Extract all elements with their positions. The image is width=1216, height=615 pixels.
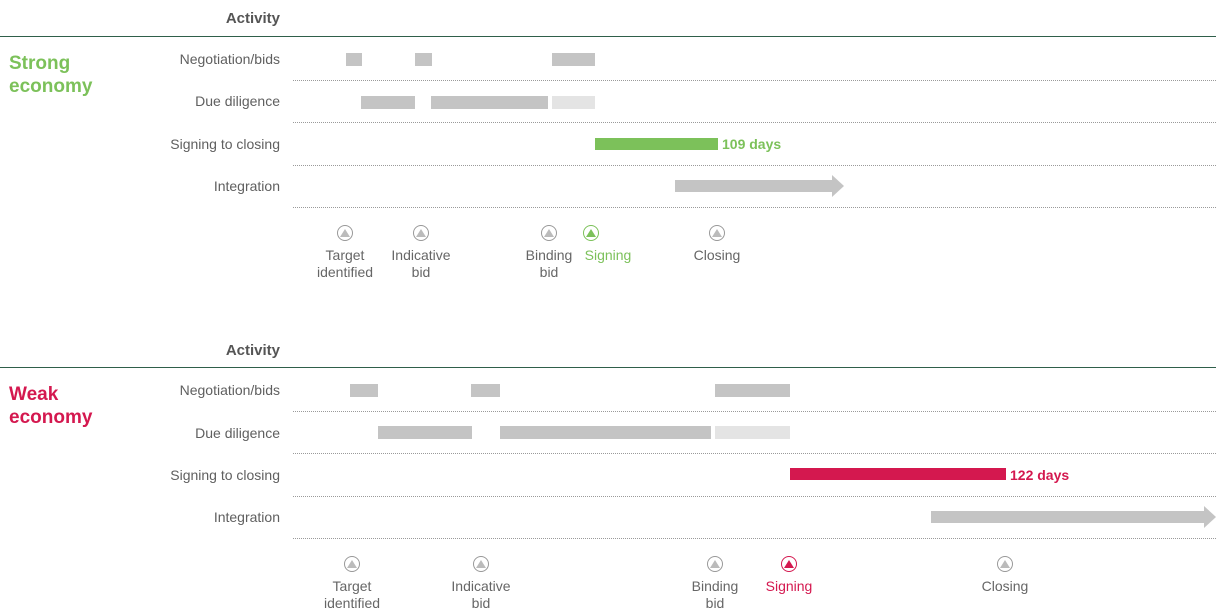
- milestone-triangle-icon: [344, 556, 360, 572]
- activity-header: Activity: [225, 342, 280, 359]
- duration-label: 122 days: [1010, 467, 1070, 483]
- signing-to-closing-bar: [790, 468, 1006, 480]
- milestone-triangle-icon: [781, 556, 797, 572]
- row-label-negotiation: Negotiation/bids: [179, 382, 280, 398]
- row-label-integration: Integration: [213, 509, 280, 525]
- milestone-triangle-icon: [997, 556, 1013, 572]
- triangle-icon: [476, 560, 486, 568]
- triangle-icon: [347, 560, 357, 568]
- due-diligence-bar-extension: [715, 426, 790, 439]
- negotiation-bar: [471, 384, 500, 397]
- milestone-triangle-icon: [473, 556, 489, 572]
- row-label-due-diligence: Due diligence: [195, 425, 280, 441]
- negotiation-bar: [350, 384, 378, 397]
- header-rule: [0, 367, 1216, 368]
- triangle-icon: [1000, 560, 1010, 568]
- milestone-target-identified: Target identified: [297, 556, 407, 612]
- triangle-icon: [710, 560, 720, 568]
- row-label-signing-to-closing: Signing to closing: [170, 467, 280, 483]
- milestone-binding-bid: Binding bid: [660, 556, 770, 612]
- milestone-label-line1: Closing: [981, 578, 1029, 594]
- triangle-icon: [784, 560, 794, 568]
- milestone-label-line2: identified: [323, 595, 381, 611]
- arrow-shaft: [931, 511, 1204, 523]
- row-separator: [293, 453, 1216, 454]
- due-diligence-bar: [500, 426, 711, 439]
- scenario-title-line1: Weak: [9, 384, 59, 405]
- due-diligence-bar: [378, 426, 472, 439]
- milestone-signing: Signing: [759, 556, 819, 595]
- arrow-head: [1204, 506, 1216, 528]
- integration-arrow: [931, 506, 1216, 528]
- milestone-indicative-bid: Indicative bid: [426, 556, 536, 612]
- row-separator: [293, 538, 1216, 539]
- milestone-label-line2: bid: [471, 595, 491, 611]
- scenario-title-line2: economy: [9, 407, 93, 428]
- negotiation-bar: [715, 384, 790, 397]
- milestone-closing: Closing: [950, 556, 1060, 595]
- milestone-label-line2: bid: [705, 595, 725, 611]
- milestone-triangle-icon: [707, 556, 723, 572]
- row-separator: [293, 411, 1216, 412]
- scenario-title: Weak economy: [9, 383, 92, 429]
- milestone-label-line1: Indicative: [451, 578, 511, 594]
- milestone-label-line1: Binding: [691, 578, 739, 594]
- milestone-label-line1: Signing: [765, 578, 813, 594]
- weak-economy-panel: Activity Weak economy Negotiation/bids D…: [0, 0, 1216, 615]
- row-separator: [293, 496, 1216, 497]
- milestone-label-line1: Target: [332, 578, 372, 594]
